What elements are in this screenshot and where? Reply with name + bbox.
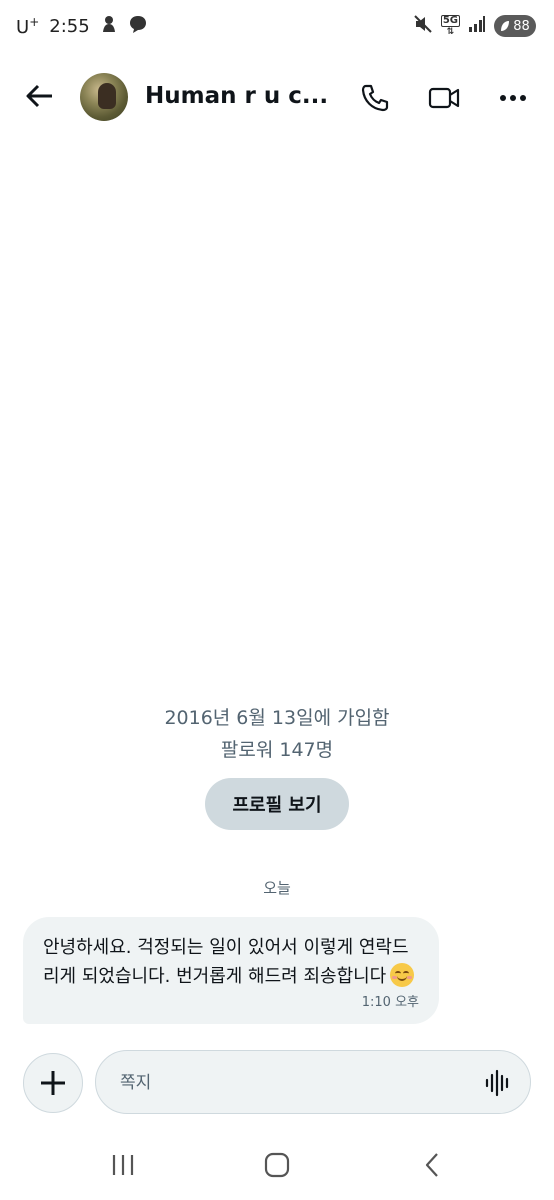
join-date: 2016년 6월 13일에 가입함 — [164, 707, 390, 729]
add-media-button[interactable] — [23, 1053, 83, 1113]
leaf-icon — [501, 21, 510, 31]
status-bar: U+ 2:55 5G ⇅ 88 — [0, 0, 554, 52]
recent-apps-button[interactable] — [103, 1148, 143, 1182]
message-text: 안녕하세요. 걱정되는 일이 있어서 이렇게 연락드리게 되었습니다. 번거롭게… — [43, 933, 423, 991]
message-composer — [95, 1050, 531, 1114]
dm-screen: U+ 2:55 5G ⇅ 88 Human r u c... 2016년 6월 … — [0, 0, 554, 1200]
follower-count: 팔로워 147명 — [220, 739, 334, 761]
system-nav-bar — [0, 1130, 554, 1200]
message-input[interactable] — [120, 1071, 460, 1095]
voice-message-button[interactable] — [484, 1069, 512, 1097]
battery-indicator: 88 — [494, 15, 536, 37]
avatar[interactable] — [80, 73, 128, 121]
back-icon — [425, 1153, 438, 1177]
mute-icon — [413, 14, 433, 38]
video-call-button[interactable] — [424, 78, 464, 118]
app-notification-icon — [100, 14, 118, 39]
battery-level: 88 — [513, 18, 530, 34]
view-profile-button[interactable]: 프로필 보기 — [205, 778, 349, 830]
smiling-face-icon — [390, 963, 415, 987]
message-timestamp: 1:10 오후 — [361, 995, 419, 1010]
recent-apps-icon — [112, 1155, 134, 1175]
phone-icon — [361, 84, 389, 112]
plus-icon — [41, 1071, 65, 1095]
more-button[interactable] — [493, 78, 533, 118]
chat-bubble-icon — [128, 14, 148, 39]
signal-icon — [468, 15, 486, 37]
more-icon — [500, 95, 526, 101]
video-camera-icon — [428, 87, 460, 109]
network-5g-icon: 5G ⇅ — [440, 15, 460, 37]
message-bubble[interactable]: 안녕하세요. 걱정되는 일이 있어서 이렇게 연락드리게 되었습니다. 번거롭게… — [23, 917, 439, 1024]
nav-back-button[interactable] — [413, 1148, 453, 1182]
carrier-label: U+ — [16, 15, 40, 38]
day-separator: 오늘 — [263, 879, 291, 897]
back-button[interactable] — [22, 78, 58, 114]
home-icon — [264, 1152, 290, 1178]
conversation-title[interactable]: Human r u c... — [145, 83, 335, 109]
status-time: 2:55 — [49, 16, 90, 37]
back-arrow-icon — [26, 84, 52, 108]
conversation-header: Human r u c... — [0, 56, 554, 136]
voice-waveform-icon — [485, 1069, 509, 1097]
home-button[interactable] — [257, 1148, 297, 1182]
call-button[interactable] — [355, 78, 395, 118]
